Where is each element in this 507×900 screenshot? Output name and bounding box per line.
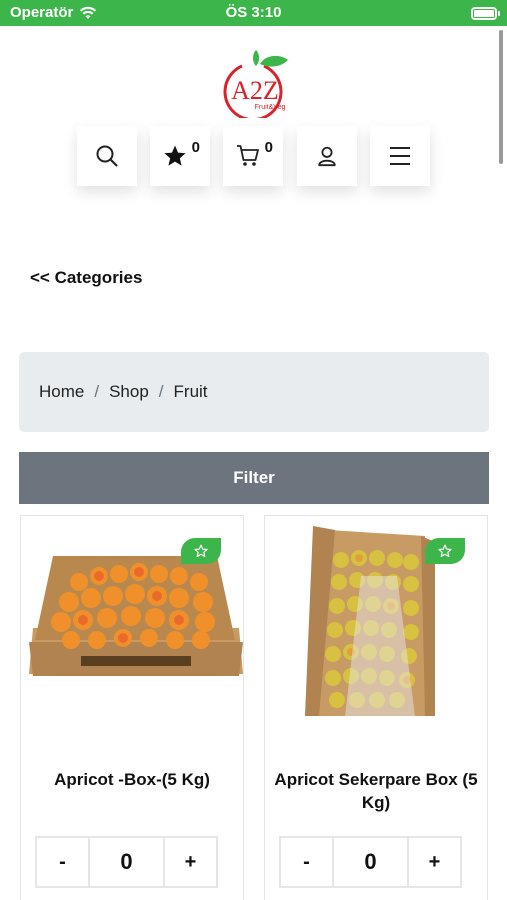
logo-text: A2Z bbox=[231, 76, 279, 105]
favorite-toggle[interactable] bbox=[425, 538, 465, 564]
menu-icon bbox=[390, 147, 410, 165]
quantity-value[interactable]: 0 bbox=[90, 836, 163, 888]
quantity-stepper: - 0 + bbox=[279, 836, 462, 888]
account-button[interactable] bbox=[297, 126, 357, 186]
battery-icon bbox=[471, 7, 500, 20]
quantity-stepper: - 0 + bbox=[35, 836, 218, 888]
product-card[interactable]: Apricot Sekerpare Box (5 Kg) - 0 + bbox=[264, 515, 488, 900]
favorite-toggle[interactable] bbox=[181, 538, 221, 564]
breadcrumb-home[interactable]: Home bbox=[39, 382, 84, 402]
quantity-value[interactable]: 0 bbox=[334, 836, 407, 888]
breadcrumb-separator: / bbox=[158, 382, 164, 401]
menu-button[interactable] bbox=[370, 126, 430, 186]
breadcrumb: Home / Shop / Fruit bbox=[19, 352, 489, 432]
logo-subtext: Fruit&Veg bbox=[255, 104, 286, 111]
increase-quantity-button[interactable]: + bbox=[163, 836, 218, 888]
favorites-button[interactable]: 0 bbox=[150, 126, 210, 186]
cart-icon bbox=[237, 145, 259, 166]
cart-count: 0 bbox=[264, 139, 273, 156]
a2z-logo[interactable]: A2Z Fruit&Veg bbox=[212, 44, 298, 118]
filter-button[interactable]: Filter bbox=[19, 452, 489, 504]
product-name[interactable]: Apricot -Box-(5 Kg) bbox=[27, 768, 237, 791]
cart-button[interactable]: 0 bbox=[223, 126, 283, 186]
search-button[interactable] bbox=[77, 126, 137, 186]
favorites-count: 0 bbox=[191, 139, 200, 156]
search-icon bbox=[96, 145, 118, 167]
categories-back-link[interactable]: << Categories bbox=[30, 268, 142, 288]
star-outline-icon bbox=[438, 544, 452, 558]
breadcrumb-separator: / bbox=[94, 382, 100, 401]
star-outline-icon bbox=[194, 544, 208, 558]
product-name[interactable]: Apricot Sekerpare Box (5 Kg) bbox=[271, 768, 481, 814]
product-card[interactable]: Apricot -Box-(5 Kg) - 0 + bbox=[20, 515, 244, 900]
star-icon bbox=[164, 145, 186, 166]
status-bar: Operatör ÖS 3:10 bbox=[0, 0, 507, 26]
decrease-quantity-button[interactable]: - bbox=[35, 836, 90, 888]
scrollbar[interactable] bbox=[499, 30, 503, 164]
decrease-quantity-button[interactable]: - bbox=[279, 836, 334, 888]
increase-quantity-button[interactable]: + bbox=[407, 836, 462, 888]
breadcrumb-fruit: Fruit bbox=[173, 382, 208, 401]
status-time: ÖS 3:10 bbox=[225, 4, 282, 21]
user-icon bbox=[318, 146, 336, 167]
breadcrumb-shop[interactable]: Shop bbox=[109, 382, 149, 402]
